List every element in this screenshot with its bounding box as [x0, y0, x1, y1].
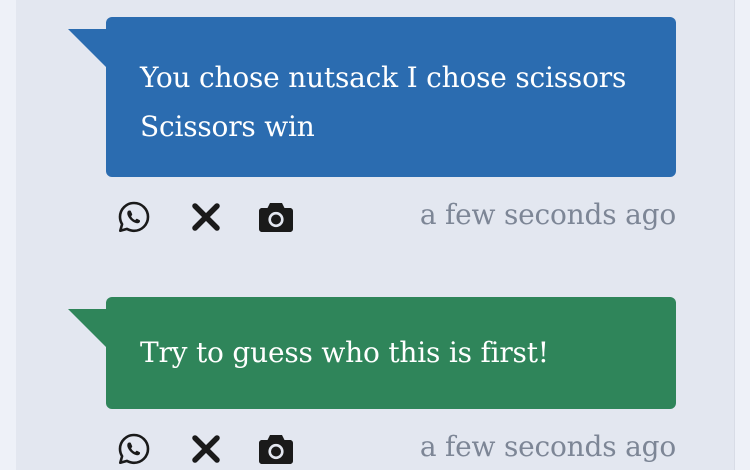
message-bubble: You chose nutsack I chose scissors Sciss…: [68, 17, 676, 177]
x-icon[interactable]: [186, 429, 226, 469]
message-text: Try to guess who this is first!: [140, 336, 549, 369]
whatsapp-icon[interactable]: [114, 429, 154, 469]
message-meta: a few seconds ago: [106, 427, 676, 470]
timestamp: a few seconds ago: [419, 198, 676, 231]
message-card: Try to guess who this is first! a few se…: [68, 297, 676, 470]
feed-panel: You chose nutsack I chose scissors Sciss…: [16, 0, 735, 470]
x-icon[interactable]: [186, 197, 226, 237]
camera-icon[interactable]: [256, 197, 296, 237]
bubble-tail: [68, 29, 106, 67]
timestamp: a few seconds ago: [419, 430, 676, 463]
message-text: You chose nutsack I chose scissors Sciss…: [140, 61, 627, 143]
camera-icon[interactable]: [256, 429, 296, 469]
whatsapp-icon[interactable]: [114, 197, 154, 237]
message-bubble: Try to guess who this is first!: [68, 297, 676, 409]
message-meta: a few seconds ago: [106, 195, 676, 247]
bubble-tail: [68, 309, 106, 347]
message-card: You chose nutsack I chose scissors Sciss…: [68, 17, 676, 247]
